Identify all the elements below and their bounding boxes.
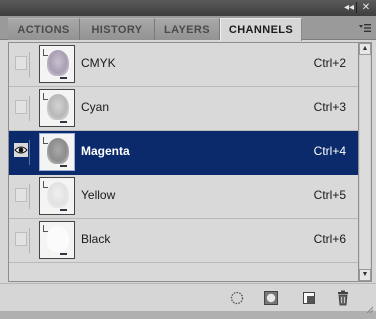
tab-layers[interactable]: LAYERS <box>155 18 220 40</box>
visibility-box <box>15 56 27 70</box>
new-channel-icon[interactable] <box>300 289 318 307</box>
panel-menu-glyph <box>359 24 371 32</box>
visibility-toggle[interactable] <box>13 228 30 253</box>
thumbnail-mark <box>43 93 48 100</box>
channel-name: Black <box>81 232 111 246</box>
save-selection-glyph <box>264 291 278 305</box>
thumbnail-foot <box>60 253 67 255</box>
channels-panel: ◂◂ ✕ ACTIONS HISTORY LAYERS CHANNELS CMY… <box>0 0 376 314</box>
visibility-toggle[interactable] <box>13 140 30 165</box>
scroll-down-arrow-icon[interactable]: ▼ <box>359 269 371 281</box>
channel-row-cmyk[interactable]: CMYK Ctrl+2 <box>9 43 358 87</box>
channel-list-scrollbar[interactable]: ▲ ▼ <box>359 42 372 282</box>
panel-menu-icon[interactable] <box>358 21 372 35</box>
trash-glyph <box>338 290 348 306</box>
channel-list: CMYK Ctrl+2 Cyan Ctrl+3 Magenta Ctrl+4 Y… <box>8 42 359 282</box>
thumbnail-foot <box>60 165 67 167</box>
tab-actions[interactable]: ACTIONS <box>8 18 80 40</box>
thumbnail-mark <box>43 225 48 232</box>
tab-history[interactable]: HISTORY <box>80 18 155 40</box>
channel-row-magenta[interactable]: Magenta Ctrl+4 <box>9 131 358 175</box>
collapse-icon[interactable]: ◂◂ <box>341 1 357 14</box>
visibility-toggle[interactable] <box>13 184 30 209</box>
channel-shortcut: Ctrl+2 <box>313 56 346 70</box>
panel-tab-bar: ACTIONS HISTORY LAYERS CHANNELS <box>0 16 376 41</box>
channel-name: Cyan <box>81 100 110 114</box>
thumbnail-foot <box>60 209 67 211</box>
channel-name: Magenta <box>81 144 130 158</box>
channel-thumbnail <box>39 133 75 171</box>
thumbnail-image <box>47 138 69 164</box>
channel-row-cyan[interactable]: Cyan Ctrl+3 <box>9 87 358 131</box>
thumbnail-image <box>47 94 69 120</box>
resize-grip-glyph <box>366 306 374 314</box>
visibility-box <box>15 100 27 114</box>
scroll-thumb[interactable] <box>360 55 370 269</box>
eye-icon[interactable] <box>14 143 28 157</box>
channel-thumbnail <box>39 45 75 83</box>
thumbnail-mark <box>43 49 48 56</box>
channel-shortcut: Ctrl+4 <box>313 144 346 158</box>
thumbnail-foot <box>60 77 67 79</box>
channel-name: CMYK <box>81 56 116 70</box>
thumbnail-mark <box>43 137 48 144</box>
channel-row-black[interactable]: Black Ctrl+6 <box>9 219 358 263</box>
channel-shortcut: Ctrl+6 <box>313 232 346 246</box>
panel-title-bar: ◂◂ ✕ <box>0 0 376 16</box>
delete-channel-icon[interactable] <box>334 289 352 307</box>
channel-thumbnail <box>39 89 75 127</box>
new-channel-glyph <box>303 292 315 304</box>
channel-shortcut: Ctrl+5 <box>313 188 346 202</box>
tab-channels[interactable]: CHANNELS <box>220 18 302 41</box>
resize-grip-icon[interactable] <box>366 301 374 314</box>
channel-shortcut: Ctrl+3 <box>313 100 346 114</box>
channels-bottom-toolbar <box>0 283 376 314</box>
eye-glyph <box>14 146 28 154</box>
title-separator <box>356 2 357 13</box>
channel-row-yellow[interactable]: Yellow Ctrl+5 <box>9 175 358 219</box>
save-selection-as-channel-icon[interactable] <box>262 289 280 307</box>
thumbnail-foot <box>60 121 67 123</box>
visibility-toggle[interactable] <box>13 52 30 77</box>
visibility-box <box>15 188 27 202</box>
channel-name: Yellow <box>81 188 116 202</box>
channel-thumbnail <box>39 221 75 259</box>
channel-thumbnail <box>39 177 75 215</box>
close-icon[interactable]: ✕ <box>359 1 373 14</box>
thumbnail-image <box>47 182 69 208</box>
thumbnail-mark <box>43 181 48 188</box>
thumbnail-image <box>47 50 69 76</box>
load-selection-glyph <box>230 291 244 305</box>
load-channel-as-selection-icon[interactable] <box>228 289 246 307</box>
visibility-box <box>15 232 27 246</box>
thumbnail-image <box>47 226 69 252</box>
scroll-up-arrow-icon[interactable]: ▲ <box>359 43 371 55</box>
visibility-toggle[interactable] <box>13 96 30 121</box>
